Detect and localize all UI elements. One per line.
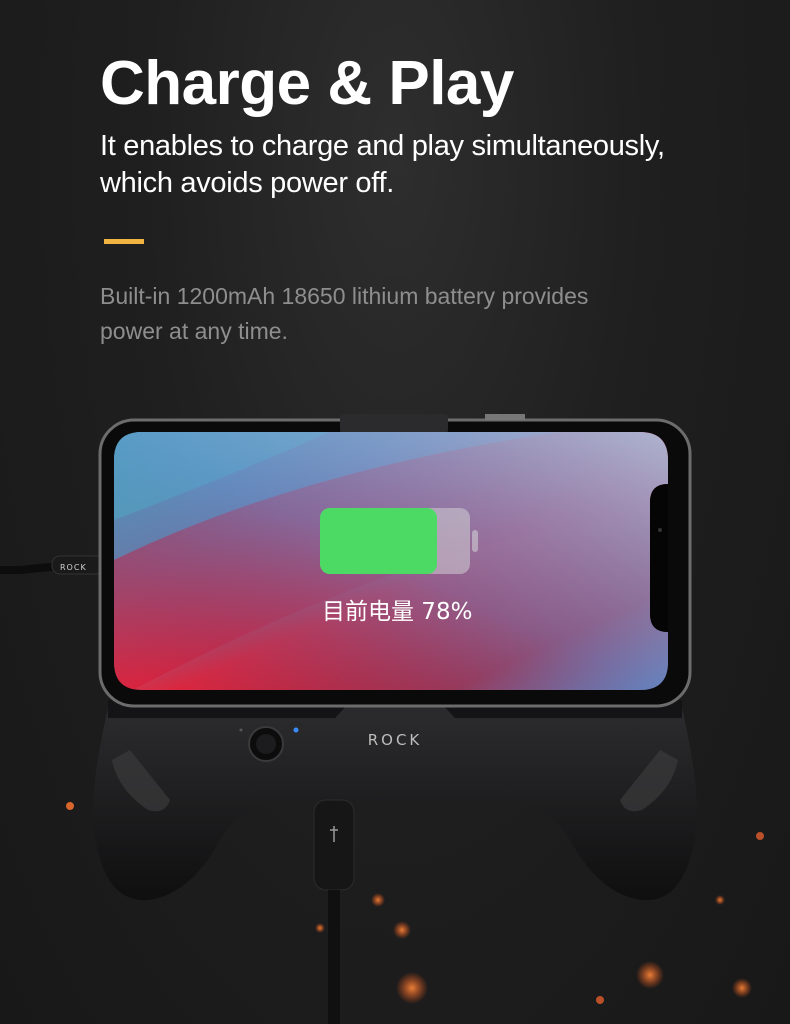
battery-fill: [320, 508, 437, 574]
battery-label: 目前电量 78%: [322, 599, 473, 625]
phone-clamp: [340, 414, 448, 434]
led-indicator: [293, 727, 299, 733]
brand-logo: ROCK: [367, 731, 423, 749]
description-line-2: power at any time.: [100, 318, 288, 344]
accent-divider: [104, 239, 144, 244]
product-image: [0, 414, 764, 1024]
subtitle: It enables to charge and play simultaneo…: [100, 128, 740, 202]
description-line-1: Built-in 1200mAh 18650 lithium battery p…: [100, 283, 589, 309]
subtitle-line-2: which avoids power off.: [100, 167, 395, 199]
cable-logo: ROCK: [60, 563, 87, 572]
description: Built-in 1200mAh 18650 lithium battery p…: [100, 279, 700, 349]
usb-cable-connector: [313, 799, 355, 891]
subtitle-line-1: It enables to charge and play simultaneo…: [100, 130, 665, 162]
page-title: Charge & Play: [100, 49, 514, 118]
